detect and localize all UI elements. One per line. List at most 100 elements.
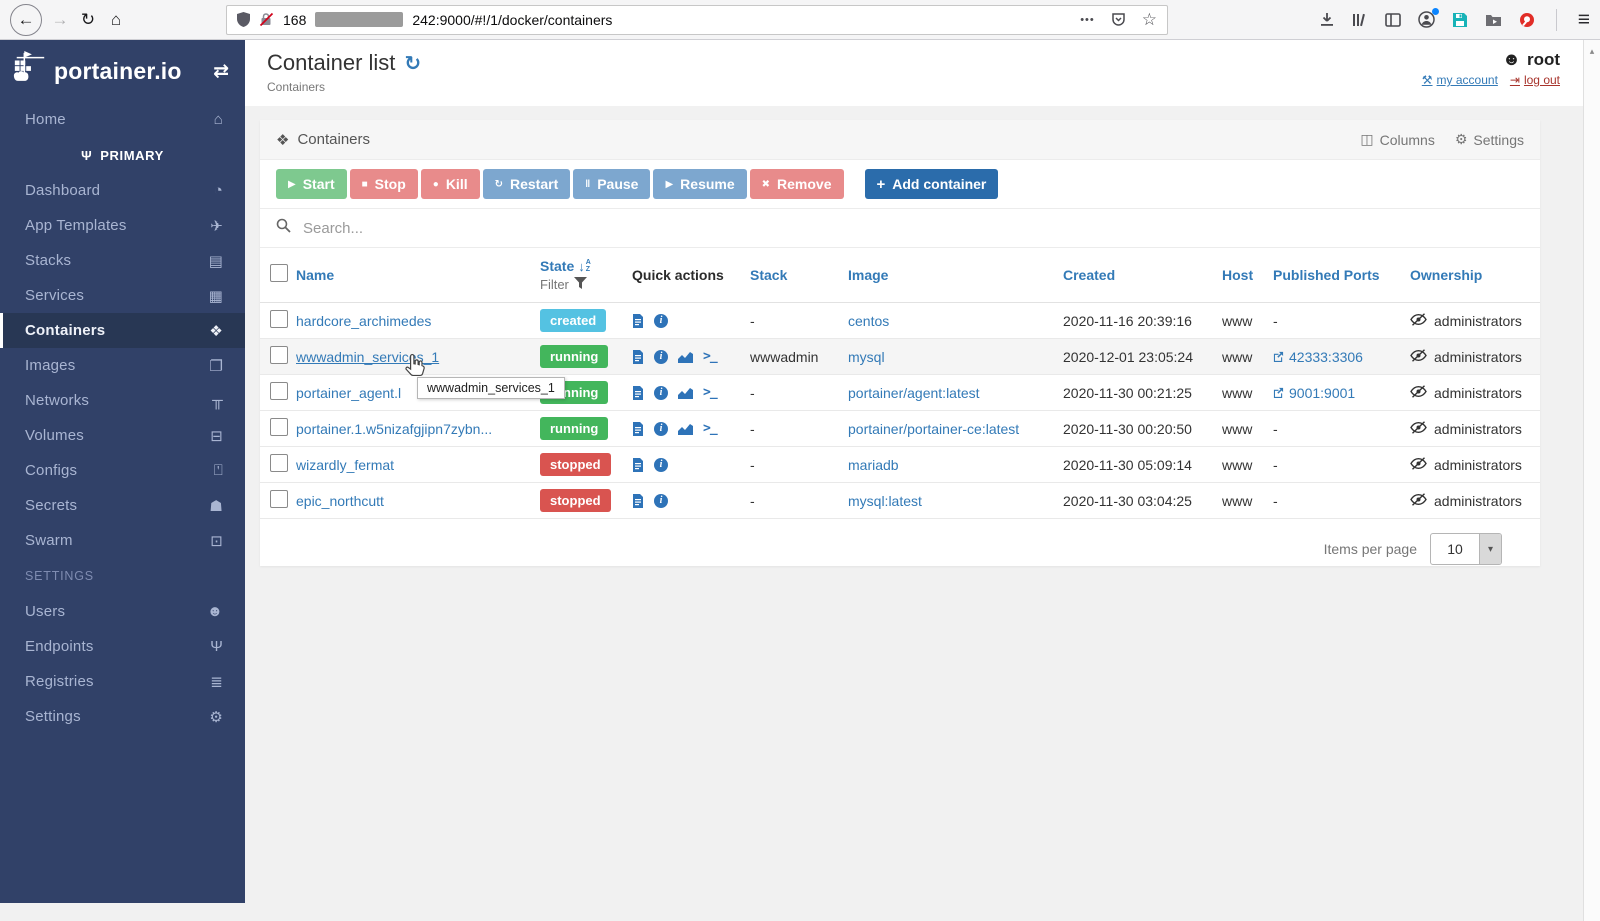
columns-button[interactable]: ◫ Columns [1360, 131, 1434, 148]
inspect-icon[interactable]: i [654, 421, 668, 436]
sidebar-item-configs[interactable]: Configs ⍞ [0, 453, 245, 488]
state-filter[interactable]: Filter [540, 277, 632, 292]
menu-icon[interactable]: ≡ [1578, 8, 1590, 32]
remove-button[interactable]: ✖ Remove [749, 169, 844, 199]
logs-icon[interactable] [632, 385, 644, 400]
sidebar-item-settings[interactable]: Settings ⚙ [0, 699, 245, 734]
logs-icon[interactable] [632, 313, 644, 328]
library-icon[interactable] [1352, 12, 1368, 28]
table-row[interactable]: wwwadmin_services_1 running i >_ wwwadmi… [260, 339, 1540, 375]
stop-button[interactable]: ■ Stop [349, 169, 418, 199]
browser-reload-icon[interactable]: ↻ [74, 6, 102, 34]
browser-home-icon[interactable]: ⌂ [102, 6, 130, 34]
published-port-link[interactable]: 9001:9001 [1273, 385, 1410, 401]
logs-icon[interactable] [632, 349, 644, 364]
image-link[interactable]: portainer/portainer-ce:latest [848, 421, 1019, 437]
browser-forward-icon[interactable]: → [46, 6, 74, 34]
image-link[interactable]: portainer/agent:latest [848, 385, 980, 401]
row-checkbox[interactable] [270, 382, 288, 400]
table-row[interactable]: portainer.1.w5nizafgjipn7zybn... running… [260, 411, 1540, 447]
start-button[interactable]: ▶ Start [276, 169, 347, 199]
console-icon[interactable]: >_ [703, 385, 718, 400]
published-port-link[interactable]: 42333:3306 [1273, 349, 1410, 365]
table-settings-button[interactable]: ⚙ Settings [1455, 131, 1524, 148]
sidebar-item-swarm[interactable]: Swarm ⊡ [0, 523, 245, 558]
sidebar-item-dashboard[interactable]: Dashboard ◔ [0, 173, 245, 208]
table-row[interactable]: hardcore_archimedes created i - centos 2… [260, 303, 1540, 339]
image-link[interactable]: mariadb [848, 457, 899, 473]
container-name-link[interactable]: portainer.1.w5nizafgjipn7zybn... [296, 421, 492, 437]
container-name-link[interactable]: wizardly_fermat [296, 457, 394, 473]
insecure-lock-icon[interactable] [259, 12, 274, 27]
download-icon[interactable] [1319, 12, 1335, 28]
page-scrollbar[interactable]: ▴ [1583, 40, 1600, 921]
row-checkbox[interactable] [270, 454, 288, 472]
table-row[interactable]: epic_northcutt stopped i - mysql:latest … [260, 483, 1540, 519]
sidebars-toggle-icon[interactable] [1384, 12, 1401, 27]
my-account-link[interactable]: ⚒ my account [1422, 73, 1498, 87]
row-checkbox[interactable] [270, 418, 288, 436]
console-icon[interactable]: >_ [703, 421, 718, 436]
table-row[interactable]: wizardly_fermat stopped i - mariadb 2020… [260, 447, 1540, 483]
sidebar-item-app-templates[interactable]: App Templates ✈ [0, 208, 245, 243]
sidebar-item-images[interactable]: Images ❐ [0, 348, 245, 383]
restart-button[interactable]: ↻ Restart [482, 169, 571, 199]
sidebar-item-containers[interactable]: Containers ❖ [0, 313, 245, 348]
state-sort[interactable]: State ↓ A Z [540, 258, 632, 274]
sidebar-item-secrets[interactable]: Secrets ☗ [0, 488, 245, 523]
row-checkbox[interactable] [270, 310, 288, 328]
image-link[interactable]: mysql:latest [848, 493, 922, 509]
pocket-icon[interactable] [1111, 12, 1126, 27]
logs-icon[interactable] [632, 493, 644, 508]
add-container-button[interactable]: + Add container [864, 169, 999, 199]
scroll-up-arrow-icon[interactable]: ▴ [1584, 40, 1600, 57]
select-all-checkbox[interactable] [270, 263, 288, 282]
console-icon[interactable]: >_ [703, 349, 718, 364]
row-checkbox[interactable] [270, 346, 288, 364]
blocker-extension-icon[interactable] [1519, 12, 1535, 28]
image-link[interactable]: centos [848, 313, 889, 329]
media-folder-extension-icon[interactable] [1485, 13, 1502, 27]
pause-button[interactable]: ‖ Pause [573, 169, 651, 199]
inspect-icon[interactable]: i [654, 493, 668, 508]
account-icon[interactable] [1417, 8, 1439, 28]
col-header-image[interactable]: Image [848, 267, 1063, 283]
stats-icon[interactable] [678, 351, 693, 363]
image-link[interactable]: mysql [848, 349, 885, 365]
url-bar[interactable]: 168 242:9000/#!/1/docker/containers ••• … [226, 4, 1168, 35]
sidebar-item-services[interactable]: Services ▦ [0, 278, 245, 313]
resume-button[interactable]: ▶ Resume [653, 169, 747, 199]
col-header-host[interactable]: Host [1222, 267, 1273, 283]
kill-button[interactable]: ● Kill [420, 169, 480, 199]
sidebar-item-volumes[interactable]: Volumes ⊟ [0, 418, 245, 453]
col-header-name[interactable]: Name [296, 267, 540, 283]
sidebar-item-endpoints[interactable]: Endpoints Ψ [0, 629, 245, 664]
col-header-ownership[interactable]: Ownership [1410, 267, 1540, 283]
stats-icon[interactable] [678, 423, 693, 435]
search-input[interactable] [301, 218, 1524, 238]
sidebar-item-networks[interactable]: Networks ╥ [0, 383, 245, 418]
container-name-link[interactable]: hardcore_archimedes [296, 313, 431, 329]
sidebar-item-home[interactable]: Home ⌂ [0, 102, 245, 137]
page-size-select[interactable]: 10 ▾ [1430, 533, 1502, 565]
col-header-published-ports[interactable]: Published Ports [1273, 267, 1410, 283]
inspect-icon[interactable]: i [654, 457, 668, 472]
inspect-icon[interactable]: i [654, 349, 668, 364]
row-checkbox[interactable] [270, 490, 288, 508]
page-actions-icon[interactable]: ••• [1080, 14, 1095, 26]
tracking-shield-icon[interactable] [237, 12, 250, 27]
inspect-icon[interactable]: i [654, 313, 668, 328]
bookmark-star-icon[interactable]: ☆ [1142, 10, 1157, 30]
logs-icon[interactable] [632, 421, 644, 436]
container-name-link[interactable]: epic_northcutt [296, 493, 384, 509]
sidebar-toggle-icon[interactable]: ⇄ [213, 60, 229, 83]
sidebar-item-stacks[interactable]: Stacks ▤ [0, 243, 245, 278]
log-out-link[interactable]: ⇥ log out [1510, 73, 1560, 87]
browser-back-icon[interactable]: ← [10, 3, 42, 36]
container-name-link[interactable]: portainer_agent.l [296, 385, 401, 401]
col-header-created[interactable]: Created [1063, 267, 1222, 283]
sidebar-item-registries[interactable]: Registries ≣ [0, 664, 245, 699]
stats-icon[interactable] [678, 387, 693, 399]
save-extension-icon[interactable] [1452, 12, 1468, 28]
brand[interactable]: portainer.io ⇄ [0, 40, 245, 102]
